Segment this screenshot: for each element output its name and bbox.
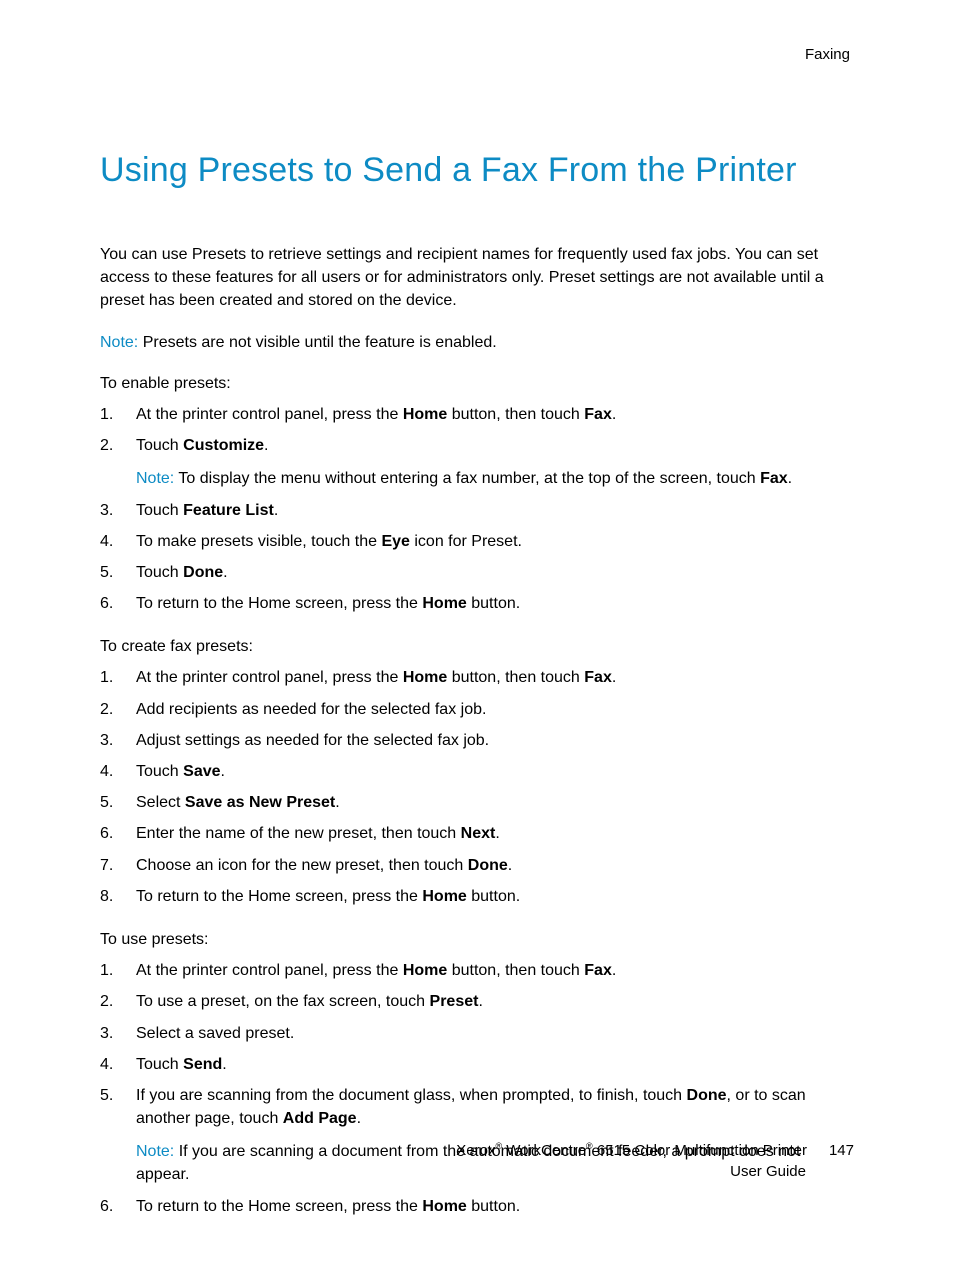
list-item: Touch Feature List. (100, 499, 854, 522)
list-item: Choose an icon for the new preset, then … (100, 854, 854, 877)
list-item: Select a saved preset. (100, 1022, 854, 1045)
document-page: Faxing Using Presets to Send a Fax From … (0, 0, 954, 1278)
list-item: Touch Save. (100, 760, 854, 783)
footer-guide-label: User Guide (456, 1161, 854, 1183)
list-item: To return to the Home screen, press the … (100, 1195, 854, 1218)
list-item: To make presets visible, touch the Eye i… (100, 530, 854, 553)
sub-note: Note: To display the menu without enteri… (136, 467, 854, 490)
note-label: Note: (136, 1143, 174, 1160)
list-item: Enter the name of the new preset, then t… (100, 822, 854, 845)
page-footer: Xerox® WorkCentre® 6515 Color Multifunct… (456, 1140, 854, 1184)
list-item: Adjust settings as needed for the select… (100, 729, 854, 752)
enable-presets-intro: To enable presets: (100, 372, 854, 395)
list-item: At the printer control panel, press the … (100, 403, 854, 426)
header-section-label: Faxing (100, 44, 854, 66)
list-item: Touch Done. (100, 561, 854, 584)
list-item: Select Save as New Preset. (100, 791, 854, 814)
note-label: Note: (136, 470, 174, 487)
list-item: Add recipients as needed for the selecte… (100, 698, 854, 721)
create-presets-list: At the printer control panel, press the … (100, 666, 854, 908)
list-item: To use a preset, on the fax screen, touc… (100, 990, 854, 1013)
create-presets-intro: To create fax presets: (100, 635, 854, 658)
note-label: Note: (100, 334, 138, 351)
note-presets-visibility: Note: Presets are not visible until the … (100, 331, 854, 354)
page-title: Using Presets to Send a Fax From the Pri… (100, 146, 854, 195)
list-item: At the printer control panel, press the … (100, 666, 854, 689)
intro-paragraph: You can use Presets to retrieve settings… (100, 243, 854, 313)
list-item: To return to the Home screen, press the … (100, 592, 854, 615)
use-presets-intro: To use presets: (100, 928, 854, 951)
note-text: Presets are not visible until the featur… (138, 334, 496, 351)
enable-presets-list: At the printer control panel, press the … (100, 403, 854, 615)
list-item: Touch Send. (100, 1053, 854, 1076)
list-item: To return to the Home screen, press the … (100, 885, 854, 908)
list-item: Touch Customize. Note: To display the me… (100, 434, 854, 490)
list-item: At the printer control panel, press the … (100, 959, 854, 982)
footer-product-line: Xerox® WorkCentre® 6515 Color Multifunct… (456, 1140, 807, 1162)
page-number: 147 (829, 1140, 854, 1162)
